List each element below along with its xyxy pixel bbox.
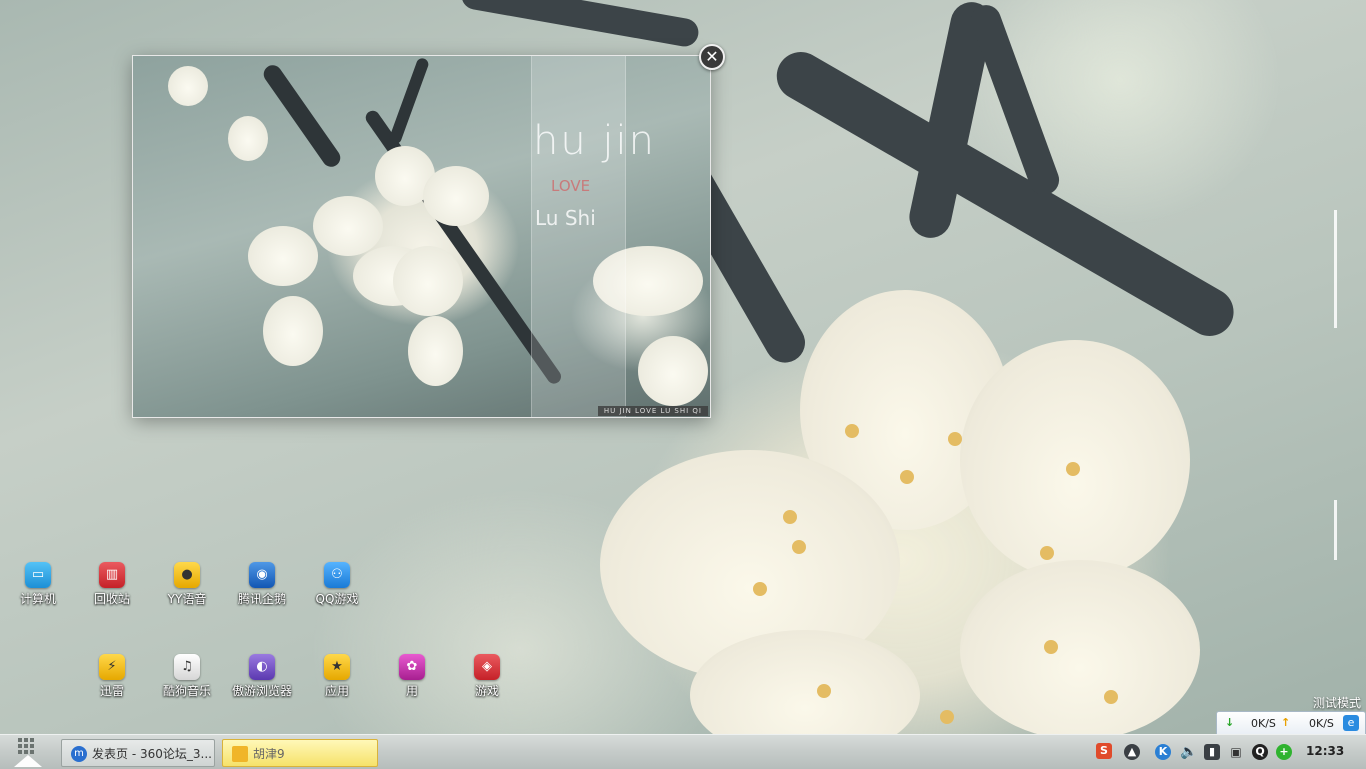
qq-game-icon: ⚇ [324,562,350,588]
photo-subtitle-name: Lu Shi [535,206,596,230]
desktop-icon-maxthon[interactable]: ◐ 傲游浏览器 [224,648,300,700]
maxthon-icon: m [71,746,87,762]
clock[interactable]: 12:33 [1306,744,1344,758]
taskbar-item-label: 发表页 - 360论坛_3... [92,747,212,761]
desktop-icon-game[interactable]: ◈ 游戏 [449,648,525,700]
desktop-icon-use[interactable]: ✿ 用 [374,648,450,700]
360-safe-icon[interactable]: + [1276,744,1292,760]
desktop-icon-computer[interactable]: ▭ 计算机 [0,556,76,608]
desktop-icon-apps[interactable]: ★ 应用 [299,648,375,700]
apps-icon: ★ [324,654,350,680]
browser-ie-icon[interactable]: e [1343,715,1359,731]
photo-subtitle-love: LOVE [551,177,591,195]
desktop-icon-tencent[interactable]: ◉ 腾讯企鹅 [224,556,300,608]
desktop-icon-label: 腾讯企鹅 [237,592,286,606]
thunder-icon: ⚡ [99,654,125,680]
folder-icon [232,746,248,762]
desktop-icon-label: 计算机 [19,592,56,606]
desktop-icon-label: 傲游浏览器 [231,684,292,698]
taskbar: m 发表页 - 360论坛_3... 胡津9 S ▲ K 🔈 ▮ ▣ Q + 1… [0,734,1366,769]
volume-icon[interactable]: 🔈 [1180,744,1197,760]
desktop-icon-thunder[interactable]: ⚡ 迅雷 [74,648,150,700]
taskbar-item-label: 胡津9 [253,747,285,761]
show-hidden-icons-icon[interactable]: ▲ [1124,744,1140,760]
computer-icon: ▭ [25,562,51,588]
desktop-icon-qq-game[interactable]: ⚇ QQ游戏 [299,556,375,608]
desktop-icon-yy-voice[interactable]: ● YY语音 [149,556,225,608]
photo-footer: HU JIN LOVE LU SHI QI [597,406,708,416]
yy-voice-icon: ● [174,562,200,588]
upload-arrow-icon: ↑ [1281,716,1291,729]
desktop-icon-label: QQ游戏 [315,592,359,606]
desktop-icon-label: 游戏 [474,684,499,698]
desktop-icon-label: 酷狗音乐 [162,684,211,698]
taskbar-item-browser[interactable]: m 发表页 - 360论坛_3... [61,739,215,767]
recycle-bin-icon: ▥ [99,562,125,588]
desktop-icon-label: 回收站 [93,592,130,606]
kugou-music-icon: ♫ [174,654,200,680]
title-band [531,56,626,417]
photo-title: hu jin [533,118,656,164]
qq-tray-icon[interactable]: Q [1252,744,1268,760]
app-icon: ✿ [399,654,425,680]
desktop-icon-recycle-bin[interactable]: ▥ 回收站 [74,556,150,608]
desktop-icon-label: 用 [405,684,418,698]
network-icon[interactable]: ▣ [1228,744,1244,760]
start-grid-icon [18,738,34,754]
desktop-icon-kugou[interactable]: ♫ 酷狗音乐 [149,648,225,700]
desktop-icon-label: YY语音 [167,592,207,606]
close-icon[interactable]: ✕ [699,44,725,70]
desktop-icon-label: 迅雷 [99,684,124,698]
sogou-input-icon[interactable]: S [1096,743,1112,759]
upload-speed: 0K/S [1309,717,1334,730]
photo-preview-window[interactable]: hu jin LOVE Lu Shi HU JIN LOVE LU SHI QI [133,56,710,417]
test-mode-label: 测试模式 [1313,696,1362,710]
game-icon: ◈ [474,654,500,680]
usb-device-icon[interactable]: ▮ [1204,744,1220,760]
download-speed: 0K/S [1251,717,1276,730]
start-arrow-icon [14,755,42,767]
maxthon-browser-icon: ◐ [249,654,275,680]
taskbar-item-folder[interactable]: 胡津9 [222,739,378,767]
desktop-icon-label: 应用 [324,684,349,698]
start-button[interactable] [12,735,44,769]
download-arrow-icon: ↓ [1225,716,1235,729]
tencent-penguin-icon: ◉ [249,562,275,588]
kugou-tray-icon[interactable]: K [1155,744,1171,760]
